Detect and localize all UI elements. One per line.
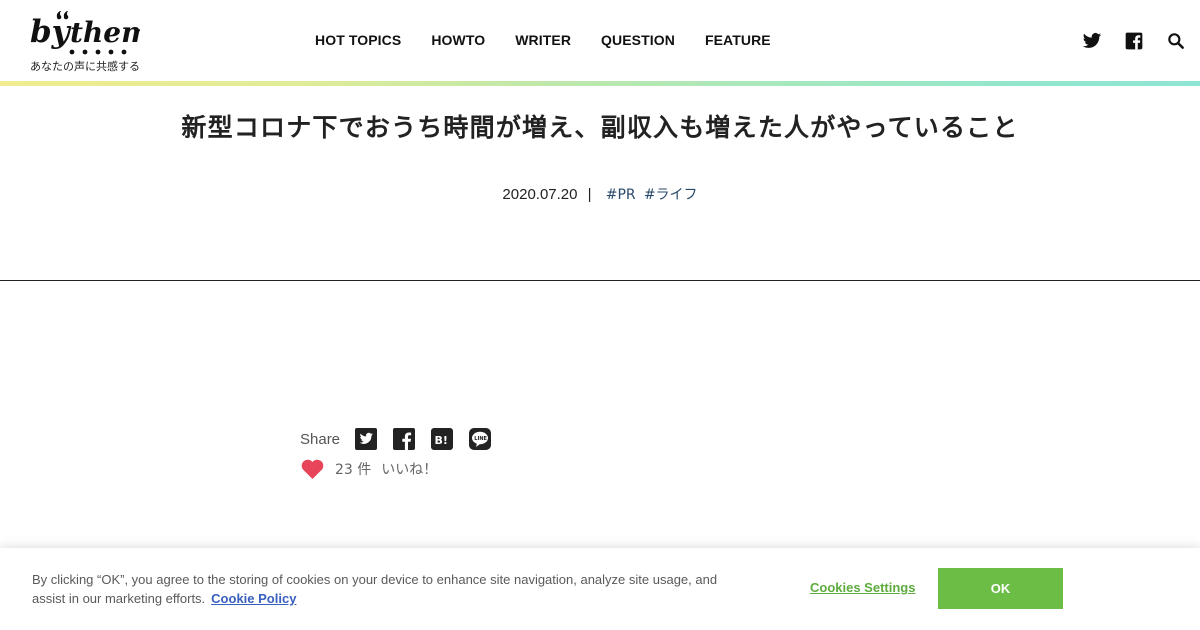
article-meta: 2020.07.20 | #PR #ライフ [0, 184, 1200, 204]
share-bar: Share B! LINE [300, 427, 506, 451]
facebook-share-icon[interactable] [392, 427, 416, 451]
main-nav: HOT TOPICS HOWTO WRITER QUESTION FEATURE [315, 32, 771, 48]
like-label[interactable]: いいね！ [381, 459, 437, 479]
site-header: by them あなたの声に共感する HOT TOPICS HOWTO WRIT… [0, 0, 1200, 82]
cookie-policy-link[interactable]: Cookie Policy [211, 591, 296, 606]
logo-tagline: あなたの声に共感する [30, 60, 140, 73]
article-title: 新型コロナ下でおうち時間が増え、副収入も増えた人がやっていること [181, 113, 1019, 142]
header-social-icons [1082, 31, 1186, 51]
nav-item-howto[interactable]: HOWTO [431, 32, 485, 48]
share-label: Share [300, 430, 341, 448]
cookie-banner: By clicking “OK”, you agree to the stori… [0, 548, 1200, 630]
tag-life[interactable]: #ライフ [644, 187, 698, 203]
cookie-message: By clicking “OK”, you agree to the stori… [32, 572, 718, 606]
svg-text:LINE: LINE [474, 436, 487, 442]
tag-pr[interactable]: #PR [606, 187, 636, 203]
nav-item-feature[interactable]: FEATURE [705, 32, 771, 48]
svg-text:them: them [70, 16, 140, 49]
cookies-settings-button[interactable]: Cookies Settings [810, 580, 915, 595]
cookie-ok-button[interactable]: OK [938, 568, 1063, 609]
line-icon[interactable]: LINE [468, 427, 492, 451]
facebook-icon[interactable] [1124, 31, 1144, 51]
cookie-text: By clicking “OK”, you agree to the stori… [32, 570, 732, 608]
svg-text:by: by [30, 14, 72, 50]
search-icon[interactable] [1166, 31, 1186, 51]
twitter-icon[interactable] [1082, 31, 1102, 51]
svg-text:B!: B! [435, 434, 448, 447]
nav-item-hot-topics[interactable]: HOT TOPICS [315, 32, 401, 48]
like-section: 23 件 いいね！ [300, 458, 437, 480]
section-divider [0, 280, 1200, 281]
nav-item-question[interactable]: QUESTION [601, 32, 675, 48]
twitter-share-icon[interactable] [354, 427, 378, 451]
article-date: 2020.07.20 [502, 186, 578, 203]
nav-item-writer[interactable]: WRITER [515, 32, 571, 48]
logo-wordmark: by them [30, 11, 140, 55]
meta-separator: | [587, 186, 592, 203]
site-logo[interactable]: by them あなたの声に共感する [30, 8, 150, 74]
heart-icon[interactable] [300, 458, 325, 480]
header-gradient-bar [0, 81, 1200, 86]
hatena-bookmark-icon[interactable]: B! [430, 427, 454, 451]
like-count: 23 件 [335, 462, 372, 478]
